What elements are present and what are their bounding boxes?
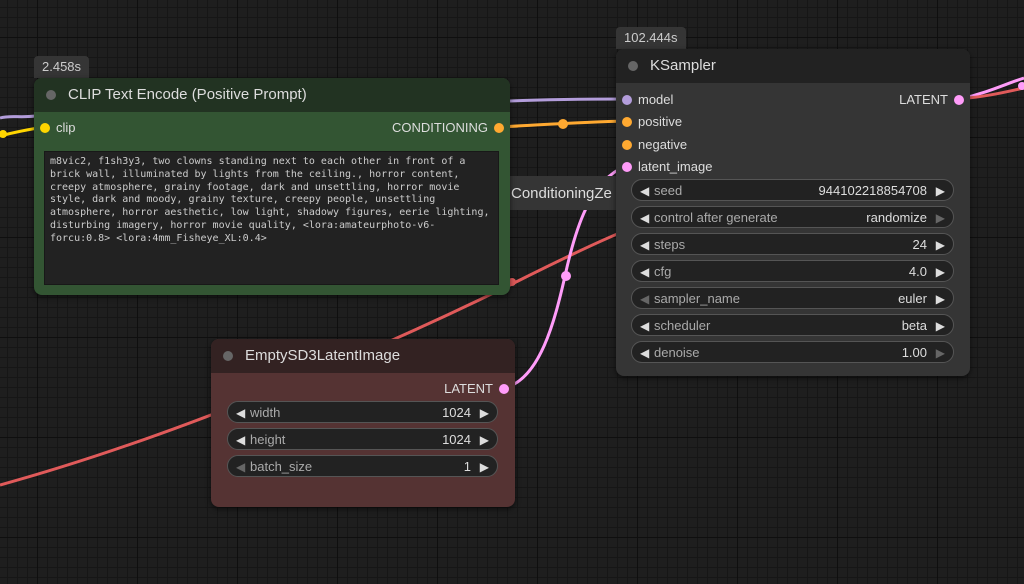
- decrement-arrow-icon[interactable]: ◀: [236, 429, 245, 451]
- negative-input-dot-icon[interactable]: [622, 140, 632, 150]
- sampler-name-widget[interactable]: ◀ sampler_name euler ▶: [631, 287, 954, 309]
- widget-label: cfg: [654, 264, 672, 279]
- collapse-dot-icon[interactable]: [223, 351, 233, 361]
- widget-label: denoise: [654, 345, 700, 360]
- widget-label: seed: [654, 183, 683, 198]
- decrement-arrow-icon[interactable]: ◀: [640, 342, 649, 364]
- latent-output-label: LATENT: [444, 381, 493, 396]
- negative-input-slot[interactable]: negative: [622, 137, 688, 153]
- link-clip-midpoint: [0, 130, 7, 138]
- widget-label: scheduler: [654, 318, 711, 333]
- latent-image-input-label: latent_image: [638, 159, 713, 174]
- decrement-arrow-icon[interactable]: ◀: [640, 180, 649, 202]
- widget-label: width: [250, 405, 281, 420]
- widget-value: 24: [912, 237, 927, 252]
- widget-value: 1.00: [901, 345, 927, 360]
- increment-arrow-icon[interactable]: ▶: [936, 207, 945, 229]
- model-input-dot-icon[interactable]: [622, 95, 632, 105]
- positive-input-label: positive: [638, 114, 683, 129]
- increment-arrow-icon[interactable]: ▶: [480, 402, 489, 424]
- clip-input-dot-icon[interactable]: [40, 123, 50, 133]
- hidden-node-title: ConditioningZe: [511, 185, 612, 202]
- latent-image-input-dot-icon[interactable]: [622, 162, 632, 172]
- link-latent-midpoint: [561, 271, 571, 281]
- denoise-widget[interactable]: ◀ denoise 1.00 ▶: [631, 341, 954, 363]
- widget-label: control after generate: [654, 210, 778, 225]
- latent-node-title-bar[interactable]: EmptySD3LatentImage: [211, 339, 515, 373]
- prompt-textarea[interactable]: m8vic2, f1sh3y3, two clowns standing nex…: [44, 151, 499, 285]
- clip-node-title-bar[interactable]: CLIP Text Encode (Positive Prompt): [34, 78, 510, 112]
- seed-widget[interactable]: ◀ seed 944102218854708 ▶: [631, 179, 954, 201]
- decrement-arrow-icon[interactable]: ◀: [236, 456, 245, 478]
- decrement-arrow-icon[interactable]: ◀: [640, 288, 649, 310]
- increment-arrow-icon[interactable]: ▶: [936, 234, 945, 256]
- ksampler-latent-output-slot[interactable]: LATENT: [899, 92, 964, 108]
- clip-input-label: clip: [56, 120, 76, 135]
- empty-sd3-latent-image-node[interactable]: EmptySD3LatentImage LATENT ◀ width 1024 …: [211, 339, 515, 507]
- decrement-arrow-icon[interactable]: ◀: [640, 261, 649, 283]
- increment-arrow-icon[interactable]: ▶: [936, 315, 945, 337]
- widget-label: steps: [654, 237, 686, 252]
- decrement-arrow-icon[interactable]: ◀: [640, 207, 649, 229]
- widget-value: beta: [901, 318, 927, 333]
- clip-node-title: CLIP Text Encode (Positive Prompt): [68, 86, 307, 103]
- widget-value: 1024: [442, 405, 471, 420]
- widget-label: batch_size: [250, 459, 313, 474]
- clip-timing-badge: 2.458s: [34, 56, 90, 78]
- model-input-label: model: [638, 92, 674, 107]
- increment-arrow-icon[interactable]: ▶: [480, 429, 489, 451]
- collapse-dot-icon[interactable]: [46, 90, 56, 100]
- increment-arrow-icon[interactable]: ▶: [480, 456, 489, 478]
- height-widget[interactable]: ◀ height 1024 ▶: [227, 428, 498, 450]
- conditioning-output-slot[interactable]: CONDITIONING: [391, 120, 504, 136]
- width-widget[interactable]: ◀ width 1024 ▶: [227, 401, 498, 423]
- hidden-node[interactable]: ConditioningZe: [505, 176, 625, 210]
- ksampler-latent-output-label: LATENT: [899, 92, 948, 107]
- scheduler-widget[interactable]: ◀ scheduler beta ▶: [631, 314, 954, 336]
- increment-arrow-icon[interactable]: ▶: [936, 342, 945, 364]
- clip-input-slot[interactable]: clip: [40, 120, 76, 136]
- decrement-arrow-icon[interactable]: ◀: [640, 315, 649, 337]
- latent-image-input-slot[interactable]: latent_image: [622, 159, 713, 175]
- ksampler-title: KSampler: [650, 57, 716, 74]
- increment-arrow-icon[interactable]: ▶: [936, 261, 945, 283]
- ksampler-latent-output-dot-icon[interactable]: [954, 95, 964, 105]
- widget-label: sampler_name: [654, 291, 740, 306]
- increment-arrow-icon[interactable]: ▶: [936, 180, 945, 202]
- latent-output-dot-icon[interactable]: [499, 384, 509, 394]
- decrement-arrow-icon[interactable]: ◀: [640, 234, 649, 256]
- batch-size-widget[interactable]: ◀ batch_size 1 ▶: [227, 455, 498, 477]
- decrement-arrow-icon[interactable]: ◀: [236, 402, 245, 424]
- ksampler-node[interactable]: KSampler model positive negative latent_…: [616, 49, 970, 376]
- collapse-dot-icon[interactable]: [628, 61, 638, 71]
- latent-output-slot[interactable]: LATENT: [444, 381, 509, 397]
- widget-label: height: [250, 432, 286, 447]
- cfg-widget[interactable]: ◀ cfg 4.0 ▶: [631, 260, 954, 282]
- link-conditioning-midpoint: [558, 119, 568, 129]
- steps-widget[interactable]: ◀ steps 24 ▶: [631, 233, 954, 255]
- ksampler-title-bar[interactable]: KSampler: [616, 49, 970, 83]
- increment-arrow-icon[interactable]: ▶: [936, 288, 945, 310]
- latent-node-title: EmptySD3LatentImage: [245, 347, 401, 364]
- widget-value: 4.0: [908, 264, 927, 279]
- control-after-generate-widget[interactable]: ◀ control after generate randomize ▶: [631, 206, 954, 228]
- widget-value: randomize: [866, 210, 927, 225]
- negative-input-label: negative: [638, 137, 688, 152]
- widget-value: 944102218854708: [818, 183, 927, 198]
- positive-input-dot-icon[interactable]: [622, 117, 632, 127]
- ksampler-timing-badge: 102.444s: [616, 27, 686, 49]
- positive-input-slot[interactable]: positive: [622, 114, 683, 130]
- conditioning-output-dot-icon[interactable]: [494, 123, 504, 133]
- conditioning-output-label: CONDITIONING: [391, 120, 488, 135]
- model-input-slot[interactable]: model: [622, 92, 674, 108]
- widget-value: 1024: [442, 432, 471, 447]
- widget-value: euler: [898, 291, 927, 306]
- widget-value: 1: [463, 459, 471, 474]
- clip-text-encode-node[interactable]: CLIP Text Encode (Positive Prompt) clip …: [34, 78, 510, 295]
